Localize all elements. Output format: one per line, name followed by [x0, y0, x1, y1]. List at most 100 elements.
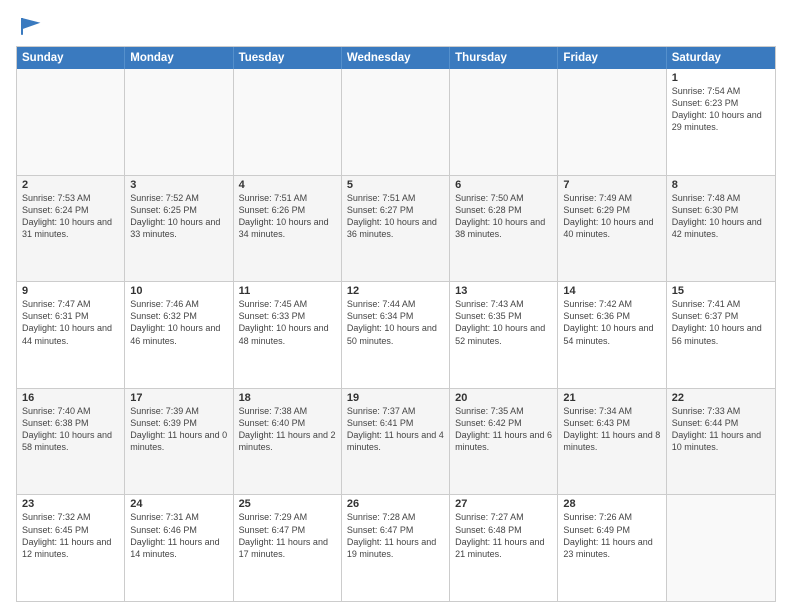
day-cell-20: 20Sunrise: 7:35 AM Sunset: 6:42 PM Dayli… — [450, 389, 558, 495]
day-cell-9: 9Sunrise: 7:47 AM Sunset: 6:31 PM Daylig… — [17, 282, 125, 388]
day-info: Sunrise: 7:28 AM Sunset: 6:47 PM Dayligh… — [347, 511, 444, 560]
day-number: 17 — [130, 392, 227, 404]
logo-flag-icon — [18, 16, 42, 36]
day-cell-11: 11Sunrise: 7:45 AM Sunset: 6:33 PM Dayli… — [234, 282, 342, 388]
calendar-header: SundayMondayTuesdayWednesdayThursdayFrid… — [17, 47, 775, 69]
header-cell-saturday: Saturday — [667, 47, 775, 69]
day-info: Sunrise: 7:45 AM Sunset: 6:33 PM Dayligh… — [239, 298, 336, 347]
day-cell-26: 26Sunrise: 7:28 AM Sunset: 6:47 PM Dayli… — [342, 495, 450, 601]
day-number: 8 — [672, 179, 770, 191]
day-cell-7: 7Sunrise: 7:49 AM Sunset: 6:29 PM Daylig… — [558, 176, 666, 282]
day-number: 10 — [130, 285, 227, 297]
day-cell-22: 22Sunrise: 7:33 AM Sunset: 6:44 PM Dayli… — [667, 389, 775, 495]
calendar-row-3: 9Sunrise: 7:47 AM Sunset: 6:31 PM Daylig… — [17, 281, 775, 388]
day-cell-13: 13Sunrise: 7:43 AM Sunset: 6:35 PM Dayli… — [450, 282, 558, 388]
day-number: 11 — [239, 285, 336, 297]
day-cell-18: 18Sunrise: 7:38 AM Sunset: 6:40 PM Dayli… — [234, 389, 342, 495]
day-number: 2 — [22, 179, 119, 191]
day-cell-15: 15Sunrise: 7:41 AM Sunset: 6:37 PM Dayli… — [667, 282, 775, 388]
day-cell-1: 1Sunrise: 7:54 AM Sunset: 6:23 PM Daylig… — [667, 69, 775, 175]
header-cell-friday: Friday — [558, 47, 666, 69]
day-number: 20 — [455, 392, 552, 404]
calendar: SundayMondayTuesdayWednesdayThursdayFrid… — [16, 46, 776, 602]
day-cell-16: 16Sunrise: 7:40 AM Sunset: 6:38 PM Dayli… — [17, 389, 125, 495]
day-number: 13 — [455, 285, 552, 297]
day-info: Sunrise: 7:35 AM Sunset: 6:42 PM Dayligh… — [455, 405, 552, 454]
day-info: Sunrise: 7:50 AM Sunset: 6:28 PM Dayligh… — [455, 192, 552, 241]
calendar-body: 1Sunrise: 7:54 AM Sunset: 6:23 PM Daylig… — [17, 69, 775, 601]
day-info: Sunrise: 7:47 AM Sunset: 6:31 PM Dayligh… — [22, 298, 119, 347]
day-cell-5: 5Sunrise: 7:51 AM Sunset: 6:27 PM Daylig… — [342, 176, 450, 282]
day-cell-14: 14Sunrise: 7:42 AM Sunset: 6:36 PM Dayli… — [558, 282, 666, 388]
day-cell-6: 6Sunrise: 7:50 AM Sunset: 6:28 PM Daylig… — [450, 176, 558, 282]
day-cell-19: 19Sunrise: 7:37 AM Sunset: 6:41 PM Dayli… — [342, 389, 450, 495]
empty-cell-r0c5 — [558, 69, 666, 175]
day-info: Sunrise: 7:49 AM Sunset: 6:29 PM Dayligh… — [563, 192, 660, 241]
empty-cell-r4c6 — [667, 495, 775, 601]
day-info: Sunrise: 7:48 AM Sunset: 6:30 PM Dayligh… — [672, 192, 770, 241]
day-cell-12: 12Sunrise: 7:44 AM Sunset: 6:34 PM Dayli… — [342, 282, 450, 388]
header-cell-monday: Monday — [125, 47, 233, 69]
calendar-row-5: 23Sunrise: 7:32 AM Sunset: 6:45 PM Dayli… — [17, 494, 775, 601]
empty-cell-r0c0 — [17, 69, 125, 175]
day-info: Sunrise: 7:34 AM Sunset: 6:43 PM Dayligh… — [563, 405, 660, 454]
header — [16, 16, 776, 36]
day-info: Sunrise: 7:46 AM Sunset: 6:32 PM Dayligh… — [130, 298, 227, 347]
day-cell-27: 27Sunrise: 7:27 AM Sunset: 6:48 PM Dayli… — [450, 495, 558, 601]
day-number: 3 — [130, 179, 227, 191]
calendar-row-2: 2Sunrise: 7:53 AM Sunset: 6:24 PM Daylig… — [17, 175, 775, 282]
day-cell-24: 24Sunrise: 7:31 AM Sunset: 6:46 PM Dayli… — [125, 495, 233, 601]
day-info: Sunrise: 7:38 AM Sunset: 6:40 PM Dayligh… — [239, 405, 336, 454]
empty-cell-r0c2 — [234, 69, 342, 175]
day-number: 25 — [239, 498, 336, 510]
day-number: 22 — [672, 392, 770, 404]
day-cell-28: 28Sunrise: 7:26 AM Sunset: 6:49 PM Dayli… — [558, 495, 666, 601]
day-number: 4 — [239, 179, 336, 191]
header-cell-thursday: Thursday — [450, 47, 558, 69]
day-number: 5 — [347, 179, 444, 191]
empty-cell-r0c3 — [342, 69, 450, 175]
day-number: 1 — [672, 72, 770, 84]
day-number: 18 — [239, 392, 336, 404]
calendar-row-4: 16Sunrise: 7:40 AM Sunset: 6:38 PM Dayli… — [17, 388, 775, 495]
day-number: 21 — [563, 392, 660, 404]
logo — [16, 16, 42, 36]
day-number: 6 — [455, 179, 552, 191]
day-info: Sunrise: 7:33 AM Sunset: 6:44 PM Dayligh… — [672, 405, 770, 454]
calendar-row-1: 1Sunrise: 7:54 AM Sunset: 6:23 PM Daylig… — [17, 69, 775, 175]
day-number: 27 — [455, 498, 552, 510]
day-cell-3: 3Sunrise: 7:52 AM Sunset: 6:25 PM Daylig… — [125, 176, 233, 282]
day-number: 28 — [563, 498, 660, 510]
day-number: 24 — [130, 498, 227, 510]
header-cell-sunday: Sunday — [17, 47, 125, 69]
day-number: 16 — [22, 392, 119, 404]
empty-cell-r0c1 — [125, 69, 233, 175]
day-cell-17: 17Sunrise: 7:39 AM Sunset: 6:39 PM Dayli… — [125, 389, 233, 495]
day-info: Sunrise: 7:42 AM Sunset: 6:36 PM Dayligh… — [563, 298, 660, 347]
day-cell-23: 23Sunrise: 7:32 AM Sunset: 6:45 PM Dayli… — [17, 495, 125, 601]
day-cell-21: 21Sunrise: 7:34 AM Sunset: 6:43 PM Dayli… — [558, 389, 666, 495]
day-number: 15 — [672, 285, 770, 297]
day-number: 7 — [563, 179, 660, 191]
page: SundayMondayTuesdayWednesdayThursdayFrid… — [0, 0, 792, 612]
day-info: Sunrise: 7:37 AM Sunset: 6:41 PM Dayligh… — [347, 405, 444, 454]
day-number: 12 — [347, 285, 444, 297]
day-info: Sunrise: 7:54 AM Sunset: 6:23 PM Dayligh… — [672, 85, 770, 134]
day-info: Sunrise: 7:29 AM Sunset: 6:47 PM Dayligh… — [239, 511, 336, 560]
header-cell-tuesday: Tuesday — [234, 47, 342, 69]
day-number: 14 — [563, 285, 660, 297]
day-info: Sunrise: 7:41 AM Sunset: 6:37 PM Dayligh… — [672, 298, 770, 347]
day-info: Sunrise: 7:43 AM Sunset: 6:35 PM Dayligh… — [455, 298, 552, 347]
day-info: Sunrise: 7:40 AM Sunset: 6:38 PM Dayligh… — [22, 405, 119, 454]
day-cell-8: 8Sunrise: 7:48 AM Sunset: 6:30 PM Daylig… — [667, 176, 775, 282]
day-cell-4: 4Sunrise: 7:51 AM Sunset: 6:26 PM Daylig… — [234, 176, 342, 282]
day-info: Sunrise: 7:27 AM Sunset: 6:48 PM Dayligh… — [455, 511, 552, 560]
header-cell-wednesday: Wednesday — [342, 47, 450, 69]
day-info: Sunrise: 7:26 AM Sunset: 6:49 PM Dayligh… — [563, 511, 660, 560]
day-number: 19 — [347, 392, 444, 404]
day-number: 26 — [347, 498, 444, 510]
day-info: Sunrise: 7:53 AM Sunset: 6:24 PM Dayligh… — [22, 192, 119, 241]
day-number: 9 — [22, 285, 119, 297]
empty-cell-r0c4 — [450, 69, 558, 175]
day-info: Sunrise: 7:52 AM Sunset: 6:25 PM Dayligh… — [130, 192, 227, 241]
